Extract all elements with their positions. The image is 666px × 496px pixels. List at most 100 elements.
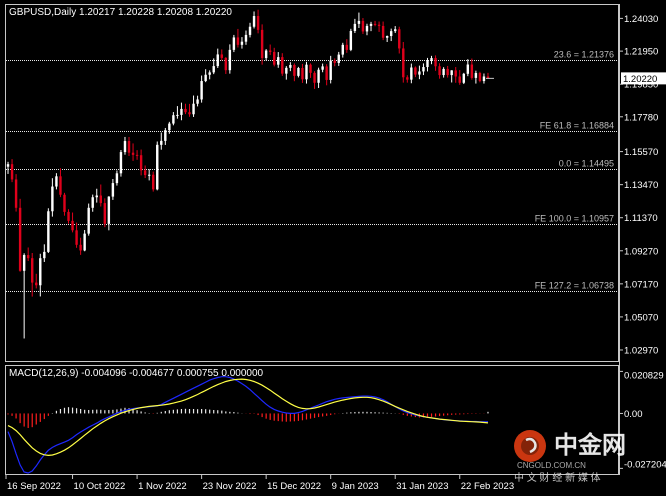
candle-body xyxy=(470,64,474,78)
candle-body xyxy=(115,173,119,184)
candle-body xyxy=(377,24,381,26)
candle-body xyxy=(31,258,34,283)
candle-body xyxy=(293,64,296,76)
candle-body xyxy=(91,197,94,208)
candle-body xyxy=(333,60,336,63)
candle-body xyxy=(99,195,102,204)
candle-body xyxy=(22,255,26,271)
candle-body xyxy=(264,50,268,59)
candle-body xyxy=(63,194,66,212)
candle-body xyxy=(329,60,332,80)
candle-body xyxy=(196,99,199,104)
candle-body xyxy=(422,67,425,72)
candle-body xyxy=(297,67,300,76)
candle-body xyxy=(325,66,328,80)
candle-body xyxy=(59,176,62,195)
candle-body xyxy=(236,37,240,45)
price-tick-label: 1.21950 xyxy=(624,47,658,58)
candle-body xyxy=(152,174,155,190)
candle-body xyxy=(446,68,449,76)
candle-body xyxy=(200,81,203,100)
candle-body xyxy=(418,71,421,75)
candle-body xyxy=(75,230,78,245)
candle-body xyxy=(389,31,393,37)
candle-body xyxy=(458,76,461,83)
candle-body xyxy=(26,255,30,259)
candle-body xyxy=(369,23,373,26)
time-tick-label: 15 Dec 2022 xyxy=(267,481,321,492)
candle-body xyxy=(398,29,401,49)
macd-tick-label: 0.020829 xyxy=(624,370,664,381)
candle-body xyxy=(228,49,232,71)
price-tick-label: 1.15570 xyxy=(624,147,658,158)
candle-body xyxy=(51,186,54,212)
price-tick-label: 1.17780 xyxy=(624,112,658,123)
candle-body xyxy=(204,74,207,82)
candle-body xyxy=(442,68,445,76)
candle-body xyxy=(6,164,10,167)
level-label: FE 100.0 = 1.10957 xyxy=(535,214,614,224)
candle-body xyxy=(454,70,457,77)
candle-body xyxy=(55,176,58,187)
candle-body xyxy=(18,207,22,271)
candle-body xyxy=(164,130,167,141)
candle-body xyxy=(414,67,417,75)
current-price-label: 1.20220 xyxy=(623,74,657,85)
candle-body xyxy=(438,66,441,76)
symbol-header: GBPUSD,Daily 1.20217 1.20228 1.20208 1.2… xyxy=(9,7,232,18)
macd-header: MACD(12,26,9) -0.004096 -0.004677 0.0007… xyxy=(9,368,264,379)
candle-body xyxy=(160,140,163,145)
candle-body xyxy=(450,70,453,76)
time-tick-label: 1 Nov 2022 xyxy=(138,481,187,492)
watermark-slogan: 中 文 财 经 新 媒 体 xyxy=(514,471,601,484)
candle-body xyxy=(143,170,147,176)
candle-body xyxy=(268,50,272,52)
candle-body xyxy=(111,183,115,197)
candle-body xyxy=(406,77,409,80)
candle-body xyxy=(168,123,171,131)
candle-body xyxy=(184,108,187,113)
candle-body xyxy=(103,203,107,224)
candle-body xyxy=(224,57,228,71)
chart-canvas: 中金网 CNGOLD.COM.CN 中 文 财 经 新 媒 体 23.6 = 1… xyxy=(0,0,666,496)
level-label: 23.6 = 1.21376 xyxy=(554,50,614,60)
candle-body xyxy=(95,195,98,198)
candle-body xyxy=(273,51,276,65)
price-tick-label: 1.13470 xyxy=(624,180,658,191)
candle-body xyxy=(289,64,292,68)
time-tick-label: 10 Oct 2022 xyxy=(74,481,126,492)
candle-body xyxy=(208,72,211,75)
candle-body xyxy=(172,115,175,124)
candle-body xyxy=(365,25,369,32)
candle-body xyxy=(139,155,143,171)
candle-body xyxy=(337,54,340,63)
candle-body xyxy=(188,112,191,115)
candle-body xyxy=(79,244,82,251)
candle-body xyxy=(385,36,389,38)
candle-body xyxy=(349,30,353,50)
candle-body xyxy=(216,54,219,67)
candle-body xyxy=(285,67,288,74)
candle-body xyxy=(10,164,14,180)
candle-body xyxy=(394,29,397,32)
candle-body xyxy=(14,179,18,208)
candle-body xyxy=(67,211,70,221)
level-label: 0.0 = 1.14495 xyxy=(559,159,614,169)
price-tick-label: 1.24030 xyxy=(624,14,658,25)
time-tick-label: 31 Jan 2023 xyxy=(396,481,448,492)
candle-body xyxy=(341,44,344,55)
price-tick-label: 1.05070 xyxy=(624,312,658,323)
candle-body xyxy=(156,144,159,190)
candle-body xyxy=(353,23,357,31)
price-tick-label: 1.02970 xyxy=(624,345,658,356)
candle-body xyxy=(39,258,42,286)
candle-body xyxy=(260,29,264,59)
candle-body xyxy=(309,64,312,73)
level-label: FE 61.8 = 1.16884 xyxy=(540,121,614,131)
price-tick-label: 1.07170 xyxy=(624,279,658,290)
candle-body xyxy=(410,67,413,80)
candle-body xyxy=(119,152,123,174)
time-tick-label: 22 Feb 2023 xyxy=(461,481,514,492)
candle-body xyxy=(313,72,316,83)
candle-body xyxy=(35,282,38,286)
